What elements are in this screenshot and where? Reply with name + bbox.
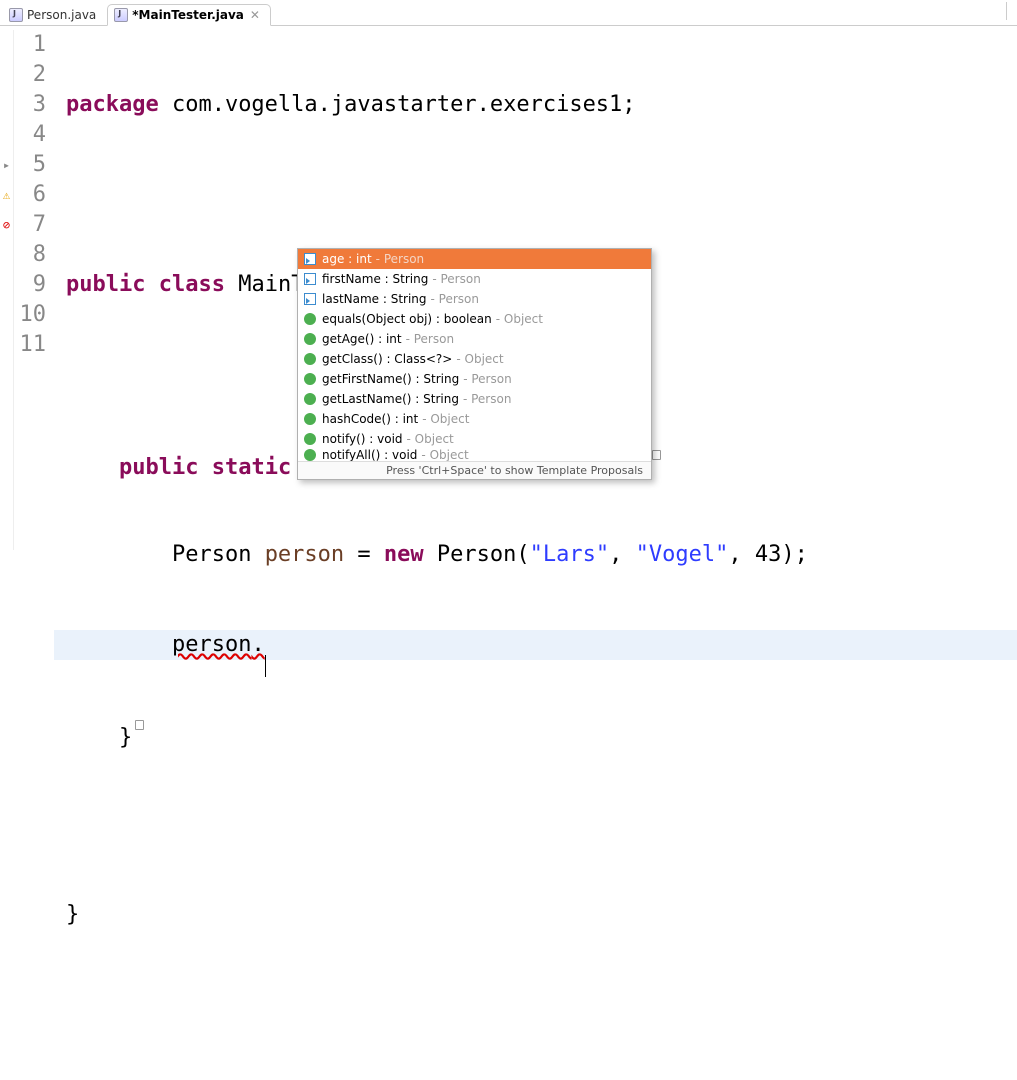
content-assist-popup: age : int - PersonfirstName : String - P… [297, 248, 652, 480]
content-assist-item[interactable]: lastName : String - Person [298, 289, 651, 309]
line-number-gutter: 1 2 3 4 5 6 7 8 9 10 11 [14, 30, 54, 550]
proposal-origin: - Person [432, 272, 480, 286]
annotation-ruler: ▸ ⚠ ⊘ [0, 30, 14, 550]
content-assist-item[interactable]: getFirstName() : String - Person [298, 369, 651, 389]
content-assist-item[interactable]: firstName : String - Person [298, 269, 651, 289]
error-marker-icon[interactable]: ⊘ [0, 210, 13, 240]
method-icon [304, 353, 316, 365]
content-assist-item[interactable]: hashCode() : int - Object [298, 409, 651, 429]
proposal-signature: equals(Object obj) : boolean [322, 312, 492, 326]
tab-maintester-java[interactable]: *MainTester.java ✕ [107, 4, 271, 26]
content-assist-item[interactable]: notify() : void - Object [298, 429, 651, 449]
method-icon [304, 373, 316, 385]
proposal-origin: - Object [456, 352, 503, 366]
fold-marker-icon[interactable] [135, 720, 144, 730]
java-file-icon [114, 8, 128, 22]
line-number: 7 [14, 210, 46, 240]
line-number: 3 [14, 90, 46, 120]
proposal-signature: getLastName() : String [322, 392, 459, 406]
proposal-origin: - Person [463, 372, 511, 386]
editor-tab-bar: Person.java *MainTester.java ✕ [0, 0, 1017, 26]
content-assist-item[interactable]: notifyAll() : void - Object [298, 449, 651, 461]
proposal-signature: firstName : String [322, 272, 428, 286]
field-icon [304, 253, 316, 265]
content-assist-item[interactable]: getLastName() : String - Person [298, 389, 651, 409]
line-number: 4 [14, 120, 46, 150]
field-icon [304, 293, 316, 305]
proposal-signature: getAge() : int [322, 332, 402, 346]
proposal-signature: hashCode() : int [322, 412, 418, 426]
line-number: 11 [14, 330, 46, 360]
proposal-origin: - Person [463, 392, 511, 406]
line-number: 10 [14, 300, 46, 330]
content-assist-item[interactable]: equals(Object obj) : boolean - Object [298, 309, 651, 329]
line-number: 6 [14, 180, 46, 210]
line-number: 1 [14, 30, 46, 60]
override-marker-icon[interactable]: ▸ [0, 150, 13, 180]
proposal-origin: - Object [421, 449, 468, 461]
line-number: 2 [14, 60, 46, 90]
code-line[interactable]: } [66, 900, 1017, 930]
proposal-origin: - Person [431, 292, 479, 306]
tab-overflow-handle[interactable] [1006, 2, 1014, 20]
warning-marker-icon[interactable]: ⚠ [0, 180, 13, 210]
proposal-origin: - Object [496, 312, 543, 326]
code-line[interactable]: package com.vogella.javastarter.exercise… [66, 90, 1017, 120]
tab-label: Person.java [27, 8, 96, 22]
content-assist-item[interactable]: getClass() : Class<?> - Object [298, 349, 651, 369]
method-icon [304, 333, 316, 345]
code-line[interactable] [66, 180, 1017, 210]
proposal-origin: - Object [422, 412, 469, 426]
line-number: 5 [14, 150, 46, 180]
method-icon [304, 313, 316, 325]
method-icon [304, 449, 316, 461]
close-icon[interactable]: ✕ [250, 8, 260, 22]
content-assist-footer: Press 'Ctrl+Space' to show Template Prop… [298, 461, 651, 479]
code-line[interactable] [66, 810, 1017, 840]
proposal-signature: notify() : void [322, 432, 403, 446]
method-icon [304, 393, 316, 405]
field-icon [304, 273, 316, 285]
proposal-signature: getFirstName() : String [322, 372, 459, 386]
code-line[interactable]: person. [54, 630, 1017, 660]
tab-label: *MainTester.java [132, 8, 244, 22]
proposal-signature: getClass() : Class<?> [322, 352, 452, 366]
fold-marker-icon[interactable] [652, 450, 661, 460]
content-assist-item[interactable]: getAge() : int - Person [298, 329, 651, 349]
proposal-signature: age : int [322, 252, 372, 266]
code-line[interactable] [66, 990, 1017, 1020]
method-icon [304, 433, 316, 445]
tab-person-java[interactable]: Person.java [2, 4, 107, 26]
code-line[interactable]: Person person = new Person("Lars", "Voge… [66, 540, 1017, 570]
method-icon [304, 413, 316, 425]
proposal-origin: - Person [406, 332, 454, 346]
content-assist-item[interactable]: age : int - Person [298, 249, 651, 269]
code-line[interactable]: } [66, 720, 1017, 750]
line-number: 8 [14, 240, 46, 270]
line-number: 9 [14, 270, 46, 300]
proposal-origin: - Person [376, 252, 424, 266]
content-assist-list[interactable]: age : int - PersonfirstName : String - P… [298, 249, 651, 461]
proposal-signature: notifyAll() : void [322, 449, 417, 461]
proposal-origin: - Object [407, 432, 454, 446]
proposal-signature: lastName : String [322, 292, 427, 306]
java-file-icon [9, 8, 23, 22]
